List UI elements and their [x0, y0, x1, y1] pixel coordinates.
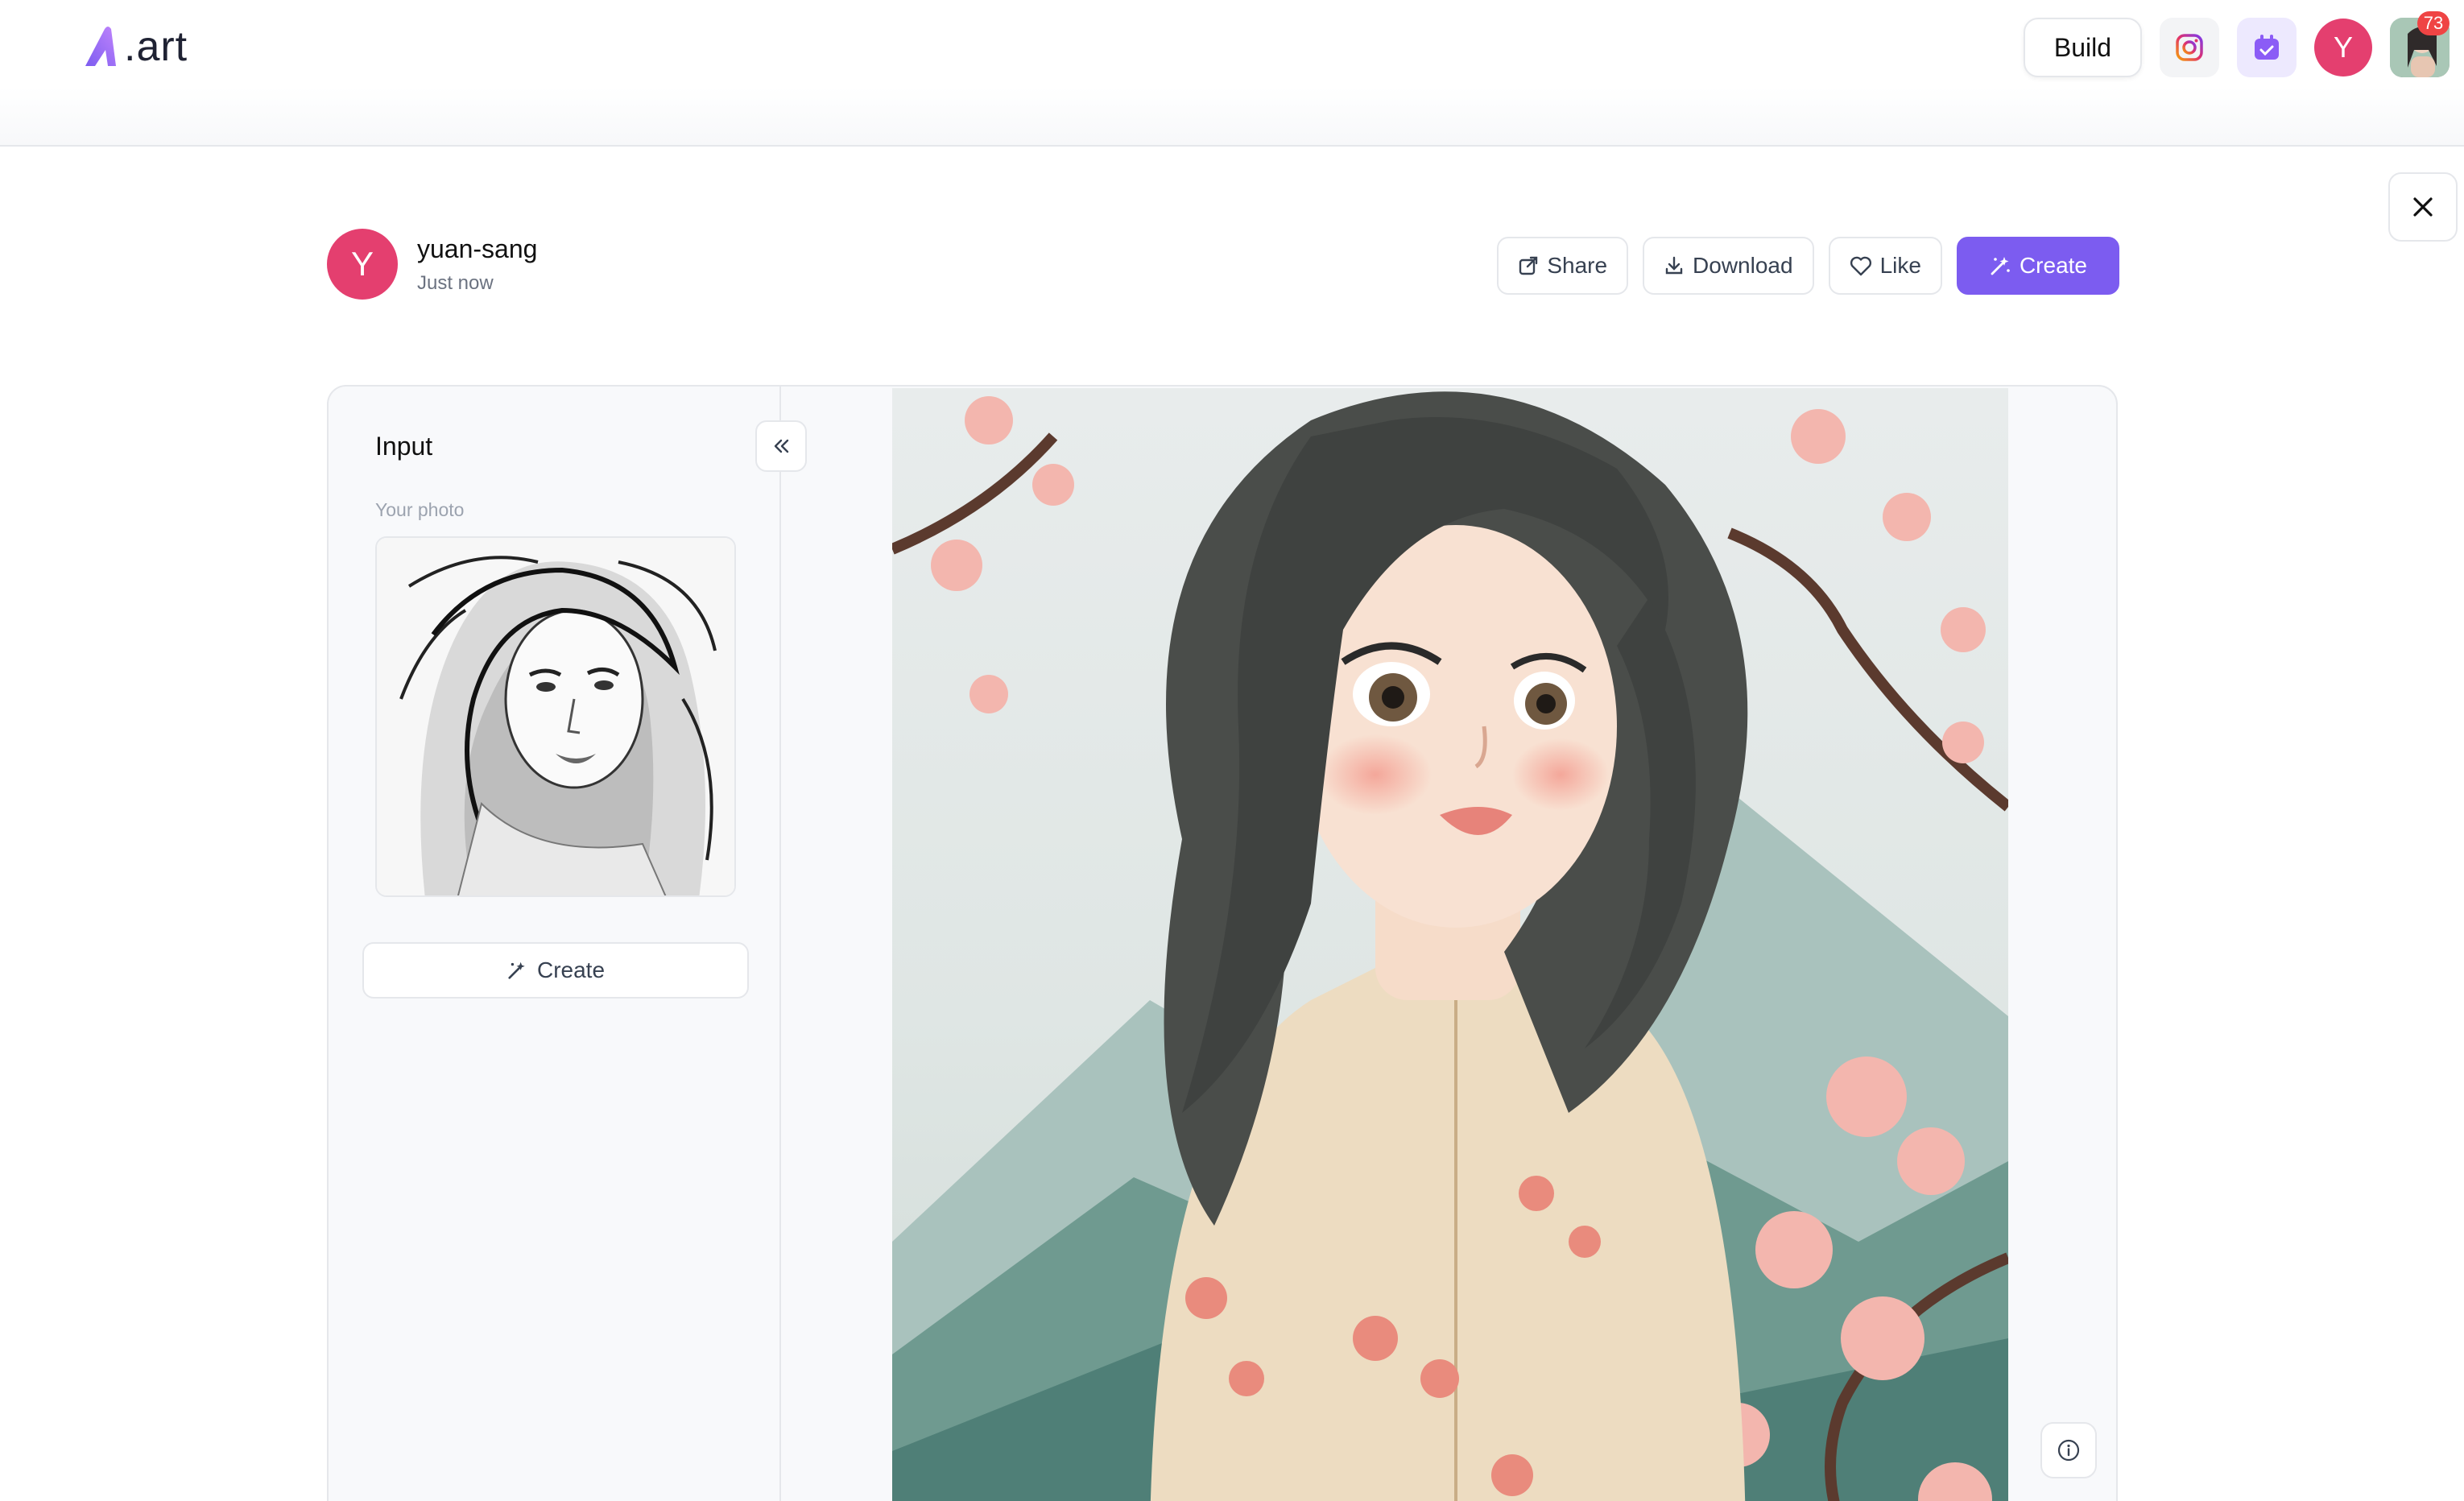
close-button[interactable] — [2388, 172, 2458, 242]
top-navbar: .art Build Y 73 — [0, 0, 2464, 147]
download-label: Download — [1693, 253, 1793, 278]
download-button[interactable]: Download — [1643, 237, 1814, 295]
logo-text: .art — [124, 23, 188, 70]
create-button[interactable]: Create — [1956, 237, 2119, 295]
instagram-button[interactable] — [2160, 18, 2219, 77]
heart-icon — [1850, 256, 1871, 276]
generated-portrait-art — [892, 388, 2008, 1501]
calendar-button[interactable] — [2237, 18, 2297, 77]
author-info: Y yuan-sang Just now — [327, 229, 537, 300]
share-label: Share — [1547, 253, 1608, 278]
author-name[interactable]: yuan-sang — [417, 234, 537, 264]
sketch-portrait-image — [377, 538, 734, 895]
your-photo-label: Your photo — [375, 499, 465, 520]
calendar-check-icon — [2255, 35, 2279, 60]
magic-wand-icon — [508, 961, 525, 979]
user-avatar[interactable]: Y — [2314, 19, 2372, 76]
info-icon — [2057, 1439, 2080, 1462]
input-panel-title: Input — [375, 432, 433, 461]
share-button[interactable]: Share — [1497, 237, 1629, 295]
instagram-icon — [2176, 34, 2203, 61]
author-avatar[interactable]: Y — [327, 229, 398, 300]
input-create-button[interactable]: Create — [362, 942, 749, 999]
share-icon — [1519, 256, 1538, 275]
notification-badge: 73 — [2417, 11, 2450, 35]
generated-image[interactable] — [892, 388, 2008, 1501]
post-actions: Share Download Like Create — [1497, 237, 2119, 295]
logo[interactable]: .art — [84, 23, 188, 71]
input-panel: Input Your photo Create — [329, 387, 781, 1501]
magic-wand-icon — [1991, 257, 2010, 275]
logo-mark-icon — [85, 27, 116, 66]
post-timestamp: Just now — [417, 271, 494, 294]
collapse-panel-button[interactable] — [755, 420, 807, 472]
input-create-label: Create — [536, 957, 606, 982]
build-button[interactable]: Build — [2023, 18, 2142, 77]
input-photo[interactable] — [375, 536, 736, 897]
like-button[interactable]: Like — [1828, 237, 1942, 295]
create-label: Create — [2019, 253, 2087, 278]
close-icon — [2413, 197, 2433, 217]
chevrons-left-icon — [774, 439, 789, 453]
download-icon — [1665, 256, 1683, 275]
nav-actions: Build Y 73 — [2023, 11, 2450, 77]
info-button[interactable] — [2040, 1422, 2097, 1478]
result-card: Input Your photo Create — [327, 385, 2118, 1501]
like-label: Like — [1879, 253, 1921, 278]
profile-photo-button[interactable]: 73 — [2390, 11, 2450, 77]
page: .art Build Y 73 Y yuan-sang Just now Sha… — [0, 0, 2464, 1501]
